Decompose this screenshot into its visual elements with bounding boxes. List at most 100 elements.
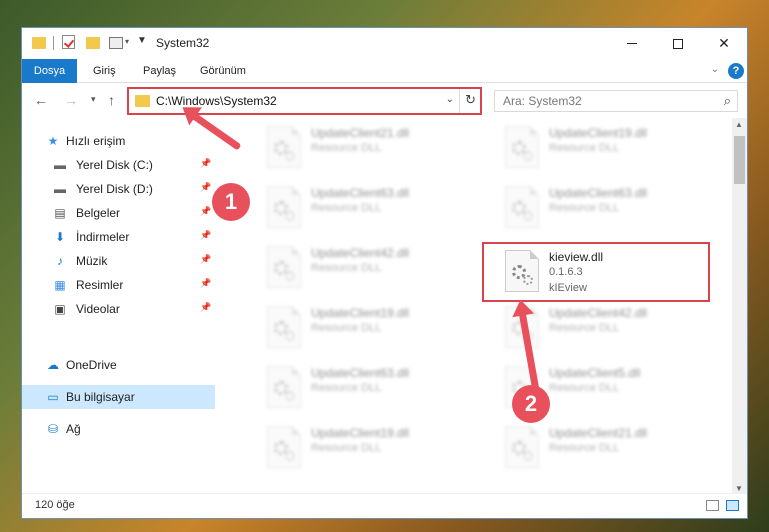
quick-access-dropdown-icon[interactable]: ▼ [137, 35, 147, 51]
window-title: System32 [156, 36, 210, 50]
file-name: UpdateClient19.dll [549, 126, 648, 140]
scroll-thumb[interactable] [734, 136, 745, 184]
pictures-icon: ▦ [54, 278, 66, 292]
file-item[interactable]: UpdateClient63.dll Resource DLL [239, 180, 469, 234]
navigation-bar: ← → ▾ ↑ C:\Windows\System32 ⌄ ↻ Ara: Sys… [22, 83, 747, 118]
folder-icon [135, 95, 150, 107]
file-item[interactable]: UpdateClient21.dll Resource DLL [239, 120, 469, 174]
maximize-button[interactable] [655, 28, 701, 59]
sidebar-item[interactable]: ★ Hızlı erişim [22, 129, 215, 153]
pin-icon[interactable]: 📌 [200, 254, 211, 265]
ribbon-tabs: Dosya Giriş Paylaş Görünüm ⌄ ? [22, 59, 747, 83]
sidebar-item[interactable]: ▬ Yerel Disk (D:) 📌 [22, 177, 215, 201]
pin-icon[interactable]: 📌 [200, 158, 211, 169]
file-item[interactable]: UpdateClient42.dll Resource DLL [239, 240, 469, 294]
address-dropdown-icon[interactable]: ⌄ [446, 94, 454, 105]
search-icon[interactable]: ⌕ [724, 93, 731, 109]
file-item[interactable]: UpdateClient63.dll Resource DLL [477, 180, 707, 234]
sidebar-item-label: Resimler [76, 278, 124, 292]
recent-locations-dropdown-icon[interactable]: ▾ [91, 94, 96, 105]
sidebar-item-label: Bu bilgisayar [66, 390, 135, 404]
computer-icon: ▭ [47, 390, 59, 404]
dll-file-icon [267, 246, 301, 288]
sidebar-item[interactable]: ▦ Resimler 📌 [22, 273, 215, 297]
folder-icon [32, 37, 46, 49]
cloud-icon: ☁ [47, 358, 59, 372]
file-item[interactable]: UpdateClient19.dll Resource DLL [239, 420, 469, 474]
sidebar-item[interactable]: ▭ Bu bilgisayar [22, 385, 215, 409]
back-arrow-icon[interactable]: ← [34, 92, 48, 108]
star-icon: ★ [47, 134, 59, 148]
file-type: Resource DLL [311, 442, 382, 454]
vertical-scrollbar[interactable]: ▲ ▼ [732, 118, 747, 495]
large-icons-view-icon[interactable] [726, 500, 739, 511]
tab-home[interactable]: Giriş [93, 59, 116, 83]
file-item[interactable]: UpdateClient21.dll Resource DLL [477, 420, 707, 474]
file-item[interactable]: UpdateClient19.dll Resource DLL [477, 120, 707, 174]
sidebar-item-label: OneDrive [66, 358, 117, 372]
help-icon[interactable]: ? [728, 63, 744, 79]
sidebar-item[interactable]: ☁ OneDrive [22, 353, 215, 377]
pin-icon[interactable]: 📌 [200, 182, 211, 193]
sidebar-item[interactable]: ⛁ Ağ [22, 417, 215, 441]
sidebar-item[interactable]: ▤ Belgeler 📌 [22, 201, 215, 225]
pin-icon[interactable]: 📌 [200, 206, 211, 217]
tab-file[interactable]: Dosya [22, 59, 77, 83]
dll-file-icon [505, 426, 539, 468]
sidebar-item-label: Videolar [76, 302, 120, 316]
sidebar-item[interactable]: ▣ Videolar 📌 [22, 297, 215, 321]
gear-icon [285, 271, 295, 281]
sidebar-item-label: Yerel Disk (C:) [76, 158, 153, 172]
file-type: Resource DLL [549, 382, 620, 394]
annotation-badge-1: 1 [212, 183, 250, 221]
expand-ribbon-icon[interactable]: ⌄ [711, 64, 719, 75]
scroll-up-icon[interactable]: ▲ [735, 120, 743, 129]
dll-file-icon [267, 426, 301, 468]
dll-file-icon [267, 306, 301, 348]
annotation-badge-2: 2 [512, 385, 550, 423]
dll-file-icon [267, 366, 301, 408]
minimize-icon [627, 43, 637, 44]
highlight-box [482, 242, 710, 302]
file-item[interactable]: UpdateClient19.dll Resource DLL [239, 300, 469, 354]
address-path[interactable]: C:\Windows\System32 [156, 94, 277, 108]
file-item[interactable]: UpdateClient63.dll Resource DLL [239, 360, 469, 414]
tab-view[interactable]: Görünüm [200, 59, 246, 83]
documents-icon: ▤ [54, 206, 66, 220]
rename-icon[interactable] [109, 37, 123, 49]
sidebar-item[interactable]: ♪ Müzik 📌 [22, 249, 215, 273]
new-folder-icon[interactable] [86, 37, 100, 49]
sidebar-item[interactable]: ▬ Yerel Disk (C:) 📌 [22, 153, 215, 177]
gear-icon [285, 391, 295, 401]
forward-arrow-icon[interactable]: → [64, 92, 78, 108]
search-input[interactable]: Ara: System32 ⌕ [494, 90, 738, 112]
file-type: Resource DLL [311, 142, 382, 154]
properties-check-icon[interactable] [62, 35, 75, 49]
minimize-button[interactable] [609, 28, 655, 59]
sidebar-item-label: İndirmeler [76, 230, 130, 244]
sidebar-item[interactable]: ⬇ İndirmeler 📌 [22, 225, 215, 249]
refresh-icon[interactable]: ↻ [465, 92, 476, 108]
rename-dropdown-icon[interactable]: ▾ [125, 37, 129, 53]
details-view-icon[interactable] [706, 500, 719, 511]
dll-file-icon [267, 126, 301, 168]
file-name: UpdateClient21.dll [549, 426, 648, 440]
sidebar-item-label: Hızlı erişim [66, 134, 126, 148]
item-count: 120 öğe [35, 499, 75, 511]
pin-icon[interactable]: 📌 [200, 302, 211, 313]
up-arrow-icon[interactable]: ↑ [108, 92, 115, 108]
explorer-window: ▾ ▼ System32 ✕ Dosya Giriş Paylaş Görünü… [21, 27, 748, 519]
search-placeholder: Ara: System32 [503, 94, 582, 108]
file-name: UpdateClient21.dll [311, 126, 410, 140]
close-button[interactable]: ✕ [701, 28, 747, 59]
scroll-down-icon[interactable]: ▼ [735, 484, 743, 493]
gear-icon [285, 331, 295, 341]
drive-icon: ▬ [54, 158, 66, 172]
pin-icon[interactable]: 📌 [200, 230, 211, 241]
gear-icon [523, 451, 533, 461]
pin-icon[interactable]: 📌 [200, 278, 211, 289]
tab-share[interactable]: Paylaş [143, 59, 176, 83]
gear-icon [285, 211, 295, 221]
gear-icon [285, 151, 295, 161]
file-name: UpdateClient63.dll [549, 186, 648, 200]
